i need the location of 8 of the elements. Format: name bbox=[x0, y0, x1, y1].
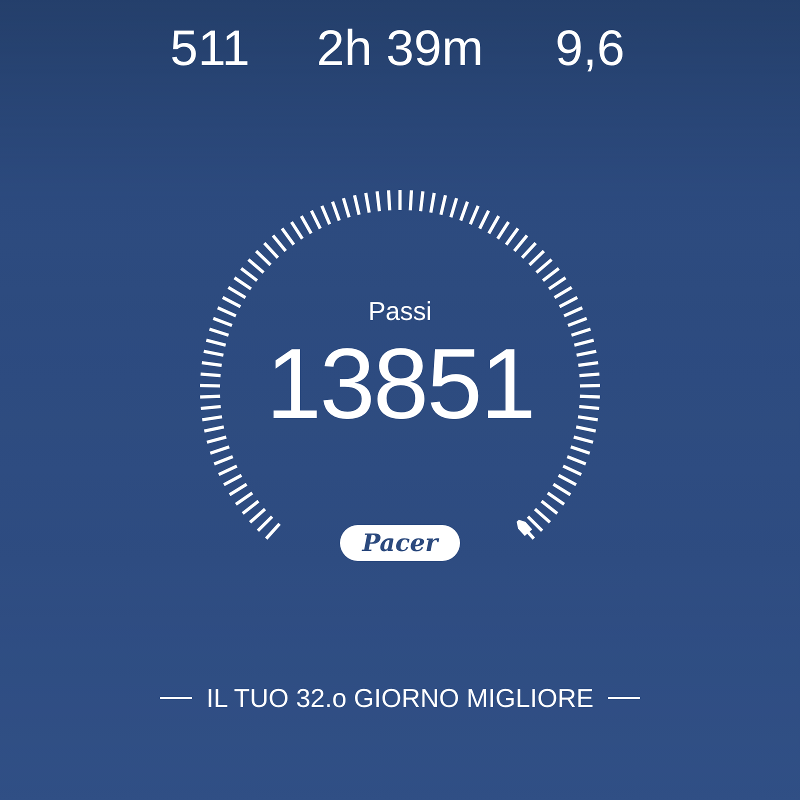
stat-value: 511 bbox=[170, 20, 250, 76]
best-day-text: IL TUO 32.o GIORNO MIGLIORE bbox=[206, 682, 594, 714]
steps-label: Passi bbox=[368, 295, 432, 327]
steps-count: 13851 bbox=[266, 329, 534, 439]
stat-value: 2h 39m bbox=[316, 20, 484, 76]
stat-value: 9,6 bbox=[555, 20, 625, 76]
gauge-marker bbox=[516, 520, 532, 536]
logo-badge: Pacer bbox=[340, 525, 460, 561]
